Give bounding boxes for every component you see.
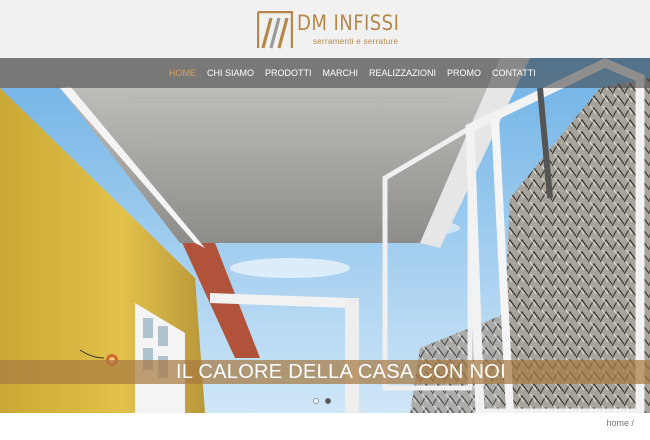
nav-menu: HOME CHI SIAMO PRODOTTI MARCHI REALIZZAZ…	[169, 58, 547, 88]
brand-logo[interactable]: DM INFISSI serramenti e serrature	[257, 10, 400, 50]
slider-dot-2[interactable]	[325, 398, 331, 404]
nav-item-chi-siamo[interactable]: CHI SIAMO	[207, 68, 254, 78]
slider-dot-1[interactable]	[313, 398, 319, 404]
nav-item-promo[interactable]: PROMO	[447, 68, 481, 78]
nav-item-realizzazioni[interactable]: REALIZZAZIONI	[369, 68, 436, 78]
nav-item-home[interactable]: HOME	[169, 68, 196, 78]
nav-item-prodotti[interactable]: PRODOTTI	[265, 68, 312, 78]
site-header: DM INFISSI serramenti e serrature	[0, 0, 650, 58]
hero-caption: IL CALORE DELLA CASA CON NOI	[176, 361, 506, 383]
nav-item-contatti[interactable]: CONTATTI	[492, 68, 536, 78]
nav-item-marchi[interactable]: MARCHI	[323, 68, 359, 78]
breadcrumb[interactable]: home /	[606, 418, 634, 428]
slider-pagination	[313, 398, 337, 404]
brand-name: DM INFISSI	[297, 11, 400, 35]
logo-mark-icon	[257, 11, 293, 49]
brand-tagline: serramenti e serrature	[313, 37, 399, 46]
main-navigation: HOME CHI SIAMO PRODOTTI MARCHI REALIZZAZ…	[0, 58, 650, 88]
